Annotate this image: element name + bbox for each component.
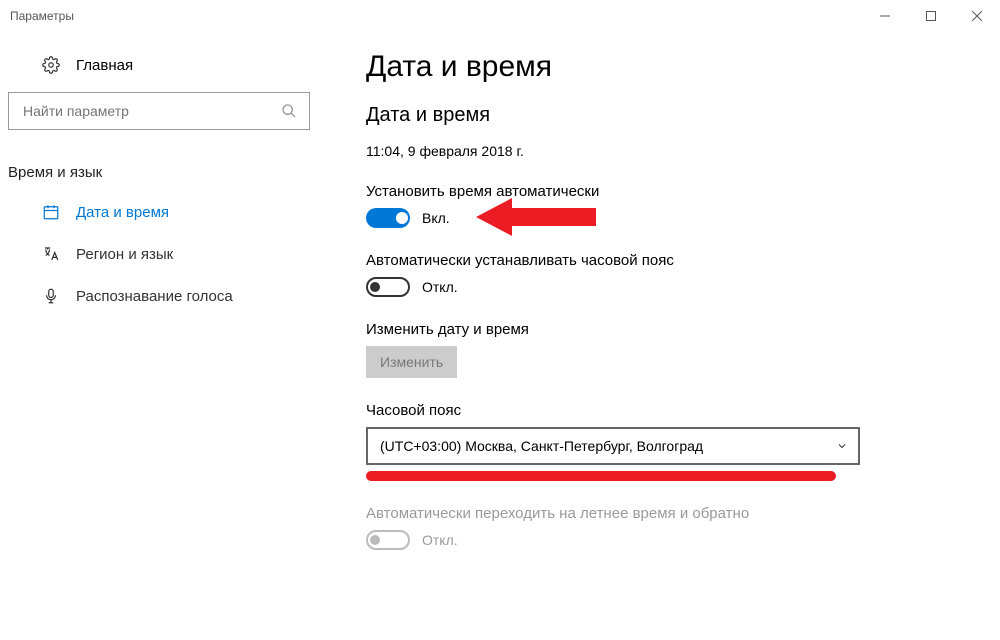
sidebar: Главная Время и язык Дата и время bbox=[0, 32, 330, 640]
sidebar-item-label: Дата и время bbox=[76, 204, 169, 221]
microphone-icon bbox=[42, 287, 60, 305]
window-title: Параметры bbox=[10, 9, 74, 23]
current-datetime: 11:04, 9 февраля 2018 г. bbox=[366, 143, 970, 159]
auto-time-state: Вкл. bbox=[422, 210, 450, 226]
search-icon bbox=[281, 103, 297, 119]
sidebar-item-region-language[interactable]: Регион и язык bbox=[0, 233, 330, 275]
gear-icon bbox=[42, 56, 60, 74]
sidebar-item-label: Регион и язык bbox=[76, 246, 173, 263]
chevron-down-icon bbox=[836, 440, 848, 452]
window-titlebar: Параметры bbox=[0, 0, 1000, 32]
maximize-button[interactable] bbox=[908, 0, 954, 32]
calendar-icon bbox=[42, 203, 60, 221]
close-icon bbox=[972, 11, 982, 21]
language-icon bbox=[42, 245, 60, 263]
search-input-wrapper[interactable] bbox=[8, 92, 310, 130]
change-datetime-label: Изменить дату и время bbox=[366, 321, 970, 338]
dst-label: Автоматически переходить на летнее время… bbox=[366, 505, 970, 522]
annotation-underline bbox=[366, 471, 836, 481]
auto-timezone-toggle[interactable] bbox=[366, 277, 410, 297]
sidebar-item-date-time[interactable]: Дата и время bbox=[0, 191, 330, 233]
timezone-label: Часовой пояс bbox=[366, 402, 970, 419]
change-datetime-button: Изменить bbox=[366, 346, 457, 378]
maximize-icon bbox=[926, 11, 936, 21]
search-input[interactable] bbox=[21, 102, 281, 120]
sidebar-home[interactable]: Главная bbox=[0, 56, 330, 92]
section-title: Дата и время bbox=[366, 104, 970, 127]
content-pane: Дата и время Дата и время 11:04, 9 февра… bbox=[330, 32, 1000, 640]
sidebar-section-title: Время и язык bbox=[0, 164, 330, 191]
minimize-button[interactable] bbox=[862, 0, 908, 32]
dst-state: Откл. bbox=[422, 532, 458, 548]
close-button[interactable] bbox=[954, 0, 1000, 32]
auto-time-toggle[interactable] bbox=[366, 208, 410, 228]
page-title: Дата и время bbox=[366, 50, 970, 84]
sidebar-item-speech[interactable]: Распознавание голоса bbox=[0, 275, 330, 317]
auto-timezone-state: Откл. bbox=[422, 279, 458, 295]
auto-timezone-label: Автоматически устанавливать часовой пояс bbox=[366, 252, 970, 269]
timezone-dropdown[interactable]: (UTC+03:00) Москва, Санкт-Петербург, Вол… bbox=[366, 427, 860, 465]
annotation-arrow-icon bbox=[476, 194, 596, 240]
minimize-icon bbox=[880, 11, 890, 21]
timezone-value: (UTC+03:00) Москва, Санкт-Петербург, Вол… bbox=[380, 438, 703, 454]
auto-time-label: Установить время автоматически bbox=[366, 183, 970, 200]
sidebar-home-label: Главная bbox=[76, 57, 133, 74]
sidebar-item-label: Распознавание голоса bbox=[76, 288, 233, 305]
dst-toggle bbox=[366, 530, 410, 550]
